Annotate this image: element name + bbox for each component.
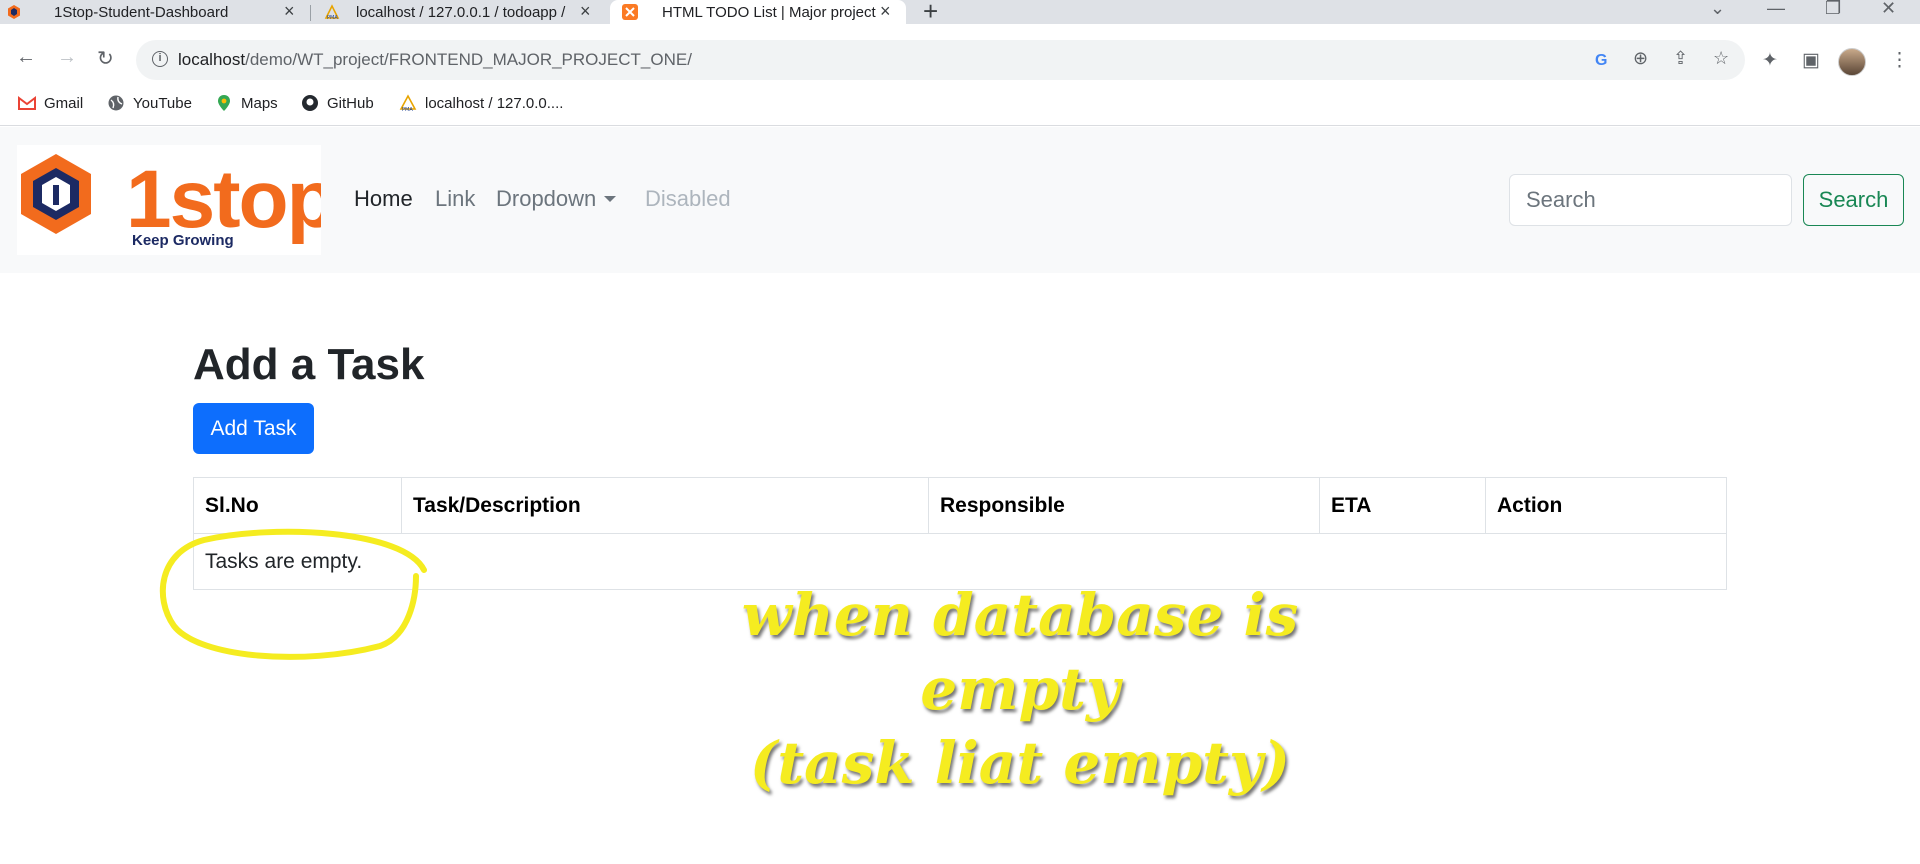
search-input[interactable]	[1509, 174, 1792, 226]
svg-text:G: G	[1595, 52, 1607, 68]
globe-icon	[108, 95, 124, 111]
column-header-action: Action	[1485, 477, 1727, 534]
site-info-icon[interactable]: i	[152, 51, 168, 67]
page-title: Add a Task	[193, 340, 425, 389]
tab-separator	[310, 5, 311, 21]
brand-logo[interactable]: 1stop Keep Growing	[17, 145, 337, 255]
tab-title: localhost / 127.0.0.1 / todoapp /	[356, 3, 566, 21]
url-text[interactable]: localhost/demo/WT_project/FRONTEND_MAJOR…	[178, 50, 692, 70]
close-tab-icon[interactable]: ×	[580, 1, 591, 22]
forward-icon[interactable]: →	[57, 46, 77, 69]
close-window-icon[interactable]: ✕	[1881, 0, 1896, 19]
browser-tab-active[interactable]: HTML TODO List | Major project ×	[610, 0, 906, 24]
browser-tabstrip: 1Stop-Student-Dashboard × PMA localhost …	[0, 0, 1920, 27]
google-lens-icon[interactable]: G	[1594, 50, 1612, 68]
tab-title: 1Stop-Student-Dashboard	[54, 3, 229, 21]
xampp-favicon-icon	[622, 4, 638, 20]
caret-down-icon	[604, 196, 617, 202]
address-bar[interactable]: i localhost/demo/WT_project/FRONTEND_MAJ…	[136, 40, 1745, 80]
side-panel-icon[interactable]: ▣	[1802, 49, 1820, 72]
zoom-icon[interactable]: ⊕	[1633, 48, 1648, 69]
new-tab-icon[interactable]: +	[923, 0, 938, 27]
back-icon[interactable]: ←	[16, 46, 36, 69]
github-icon	[302, 95, 318, 111]
bookmark-maps[interactable]: Maps	[215, 94, 278, 112]
bookmarks-bar: Gmail YouTube Maps GitHub PMA localhost …	[0, 86, 1920, 126]
1stop-favicon-icon	[8, 5, 20, 19]
browser-tab[interactable]: PMA localhost / 127.0.0.1 / todoapp / ×	[318, 0, 608, 24]
search-button[interactable]: Search	[1803, 174, 1904, 226]
bookmark-github[interactable]: GitHub	[301, 94, 374, 112]
bookmark-youtube[interactable]: YouTube	[107, 94, 192, 112]
annotation-line-2: (task liat empty)	[749, 729, 1291, 797]
phpmyadmin-icon: PMA	[399, 94, 417, 112]
column-header-slno: Sl.No	[193, 477, 402, 534]
nav-link[interactable]: Link	[435, 186, 475, 212]
site-navbar: 1stop Keep Growing Home Link Dropdown Di…	[0, 127, 1920, 273]
share-icon[interactable]: ⇪	[1673, 48, 1688, 69]
nav-disabled-link: Disabled	[645, 186, 731, 211]
annotation-circle	[159, 528, 427, 660]
annotation-line-1: when database is empty	[741, 581, 1299, 723]
column-header-task: Task/Description	[401, 477, 929, 534]
bookmark-star-icon[interactable]: ☆	[1713, 48, 1729, 69]
nav-dropdown-label: Dropdown	[496, 186, 597, 211]
phpmyadmin-favicon-icon: PMA	[324, 4, 340, 20]
restore-icon[interactable]: ❐	[1825, 0, 1841, 19]
add-task-button[interactable]: Add Task	[193, 403, 314, 454]
profile-avatar[interactable]	[1838, 48, 1866, 76]
maps-pin-icon	[218, 95, 230, 111]
column-header-responsible: Responsible	[928, 477, 1320, 534]
bookmark-gmail[interactable]: Gmail	[18, 94, 83, 112]
nav-dropdown[interactable]: Dropdown	[496, 186, 617, 212]
logo-tagline: Keep Growing	[132, 232, 234, 249]
svg-text:PMA: PMA	[327, 15, 338, 20]
minimize-icon[interactable]: —	[1767, 0, 1785, 19]
annotation-text: when database is empty (task liat empty)	[640, 578, 1400, 800]
menu-kebab-icon[interactable]: ⋮	[1890, 49, 1909, 72]
close-tab-icon[interactable]: ×	[880, 1, 891, 22]
tab-search-chevron-icon[interactable]: ⌄	[1710, 0, 1725, 19]
reload-icon[interactable]: ↻	[97, 46, 114, 71]
gmail-icon	[18, 96, 36, 110]
table-header-row: Sl.No Task/Description Responsible ETA A…	[193, 477, 1727, 534]
browser-tab[interactable]: 1Stop-Student-Dashboard ×	[0, 0, 300, 24]
bookmark-phpmyadmin[interactable]: PMA localhost / 127.0.0....	[399, 94, 563, 112]
close-tab-icon[interactable]: ×	[284, 1, 295, 22]
tab-title: HTML TODO List | Major project	[662, 3, 876, 21]
extensions-icon[interactable]: ✦	[1762, 49, 1778, 72]
column-header-eta: ETA	[1319, 477, 1486, 534]
nav-home-link[interactable]: Home	[354, 186, 413, 212]
svg-text:PMA: PMA	[402, 107, 413, 112]
1stop-logo-icon: 1stop Keep Growing	[21, 154, 337, 249]
